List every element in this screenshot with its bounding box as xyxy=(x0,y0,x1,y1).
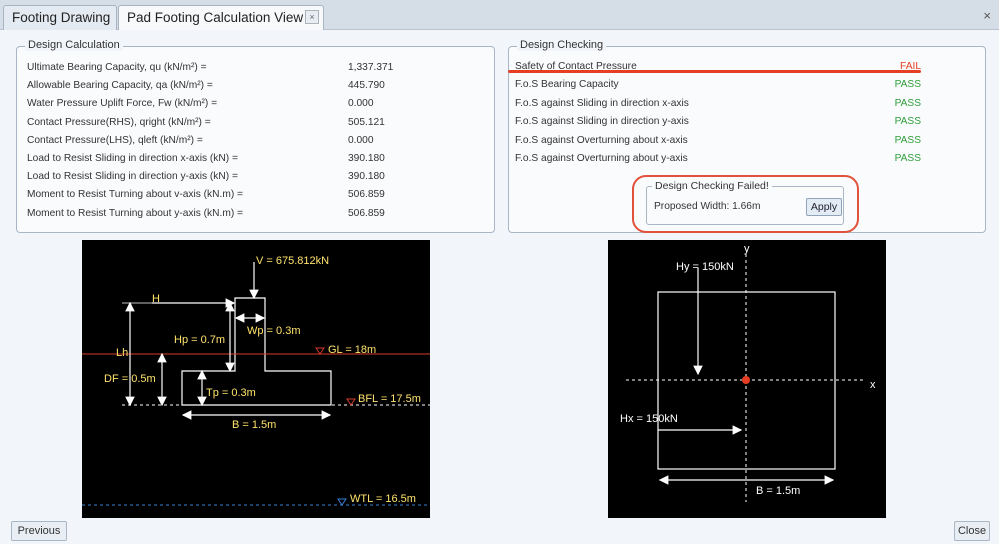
check-status-badge: PASS xyxy=(894,97,921,109)
hy-label: Hy = 150kN xyxy=(676,261,734,273)
h-label: H xyxy=(152,293,160,305)
calc-row-label: Allowable Bearing Capacity, qa (kN/m²) = xyxy=(27,80,213,92)
check-row-label: F.o.S against Sliding in direction x-axi… xyxy=(515,97,689,109)
design-checking-failed-title: Design Checking Failed! xyxy=(652,180,772,192)
gl-marker-icon xyxy=(315,347,325,355)
check-status-badge: PASS xyxy=(894,153,921,164)
y-axis-label: y xyxy=(744,243,750,255)
close-button[interactable]: Close xyxy=(954,521,990,541)
wtl-label: WTL = 16.5m xyxy=(350,493,416,505)
previous-button[interactable]: Previous xyxy=(11,521,67,541)
design-calculation-title: Design Calculation xyxy=(25,39,123,51)
calc-row-value: 506.859 xyxy=(348,207,385,219)
calc-row-label: Moment to Resist Turning about y-axis (k… xyxy=(27,207,243,219)
bfl-marker-icon xyxy=(346,398,356,406)
check-row: F.o.S against Overturning about y-axis PA… xyxy=(515,150,921,168)
check-row: F.o.S against Sliding in direction y-axi… xyxy=(515,113,921,131)
design-calculation-group: Design Calculation Ultimate Bearing Capa… xyxy=(16,39,495,233)
check-row: F.o.S against Overturning about x-axis PA… xyxy=(515,132,921,150)
x-axis-label: x xyxy=(870,379,876,391)
check-status-badge: PASS xyxy=(894,79,921,91)
tab-pad-footing-calculation-view[interactable]: Pad Footing Calculation View × xyxy=(118,5,324,31)
calc-row-value: 0.000 xyxy=(348,98,374,110)
calc-row-label: Load to Resist Sliding in direction y-ax… xyxy=(27,171,238,183)
calc-row-value: 505.121 xyxy=(348,116,385,128)
hp-label: Hp = 0.7m xyxy=(174,334,225,346)
plan-drawing: y x Hy = 150kN Hx = 150kN B = 1.5m xyxy=(608,240,886,518)
proposed-width-text: Proposed Width: 1.66m xyxy=(654,201,761,212)
check-row: F.o.S against Sliding in direction x-axi… xyxy=(515,95,921,113)
footing-outline xyxy=(181,297,332,406)
fail-highlight-underline xyxy=(508,70,921,73)
plan-b-label: B = 1.5m xyxy=(756,485,800,497)
window-close-icon[interactable]: × xyxy=(983,8,991,23)
v-label: V = 675.812kN xyxy=(256,255,329,267)
calc-row-label: Water Pressure Uplift Force, Fw (kN/m²) … xyxy=(27,98,218,110)
calc-row-label: Contact Pressure(RHS), qright (kN/m²) = xyxy=(27,116,211,128)
section-drawing: V = 675.812kN H Hp = 0.7m Wp = 0.3m Lh G… xyxy=(82,240,430,518)
calc-row-value: 506.859 xyxy=(348,189,385,201)
df-label: DF = 0.5m xyxy=(104,373,156,385)
calc-row-value: 445.790 xyxy=(348,80,385,92)
check-row-label: F.o.S Bearing Capacity xyxy=(515,79,619,91)
tab-bar: Footing Drawing Pad Footing Calculation … xyxy=(0,0,999,31)
check-row-label: F.o.S against Overturning about x-axis xyxy=(515,134,688,146)
calc-row-value: 390.180 xyxy=(348,171,385,183)
lh-label: Lh xyxy=(116,347,128,359)
design-checking-title: Design Checking xyxy=(517,39,607,51)
tp-label: Tp = 0.3m xyxy=(206,387,256,399)
check-row-label: F.o.S against Overturning about y-axis xyxy=(515,153,688,164)
calc-row-value: 390.180 xyxy=(348,153,385,164)
check-status-badge: PASS xyxy=(894,116,921,128)
calc-row-value: 1,337.371 xyxy=(348,62,394,73)
wp-label: Wp = 0.3m xyxy=(247,325,301,337)
apply-button[interactable]: Apply xyxy=(806,198,842,216)
center-point xyxy=(742,376,750,384)
calc-row-value: 0.000 xyxy=(348,134,374,146)
hx-label: Hx = 150kN xyxy=(620,413,678,425)
calc-row-label: Moment to Resist Turning about v-axis (k… xyxy=(27,189,243,201)
check-row: F.o.S Bearing Capacity PASS xyxy=(515,76,921,94)
calc-row-label: Contact Pressure(LHS), qleft (kN/m²) = xyxy=(27,134,203,146)
wtl-marker-icon xyxy=(337,498,347,506)
tab-close-icon[interactable]: × xyxy=(305,10,319,24)
calc-row-label: Load to Resist Sliding in direction x-ax… xyxy=(27,153,238,164)
tab-label: Pad Footing Calculation View xyxy=(127,10,304,25)
gl-label: GL = 18m xyxy=(328,344,376,356)
bfl-label: BFL = 17.5m xyxy=(358,393,421,405)
check-row: Safety of Contact Pressure FAIL xyxy=(515,58,921,76)
calc-row-label: Ultimate Bearing Capacity, qu (kN/m²) = xyxy=(27,62,207,73)
check-status-badge: FAIL xyxy=(900,61,921,72)
check-row-label: F.o.S against Sliding in direction y-axi… xyxy=(515,116,689,128)
tab-footing-drawing[interactable]: Footing Drawing xyxy=(3,5,117,30)
check-status-badge: PASS xyxy=(894,134,921,146)
b-label: B = 1.5m xyxy=(232,419,276,431)
